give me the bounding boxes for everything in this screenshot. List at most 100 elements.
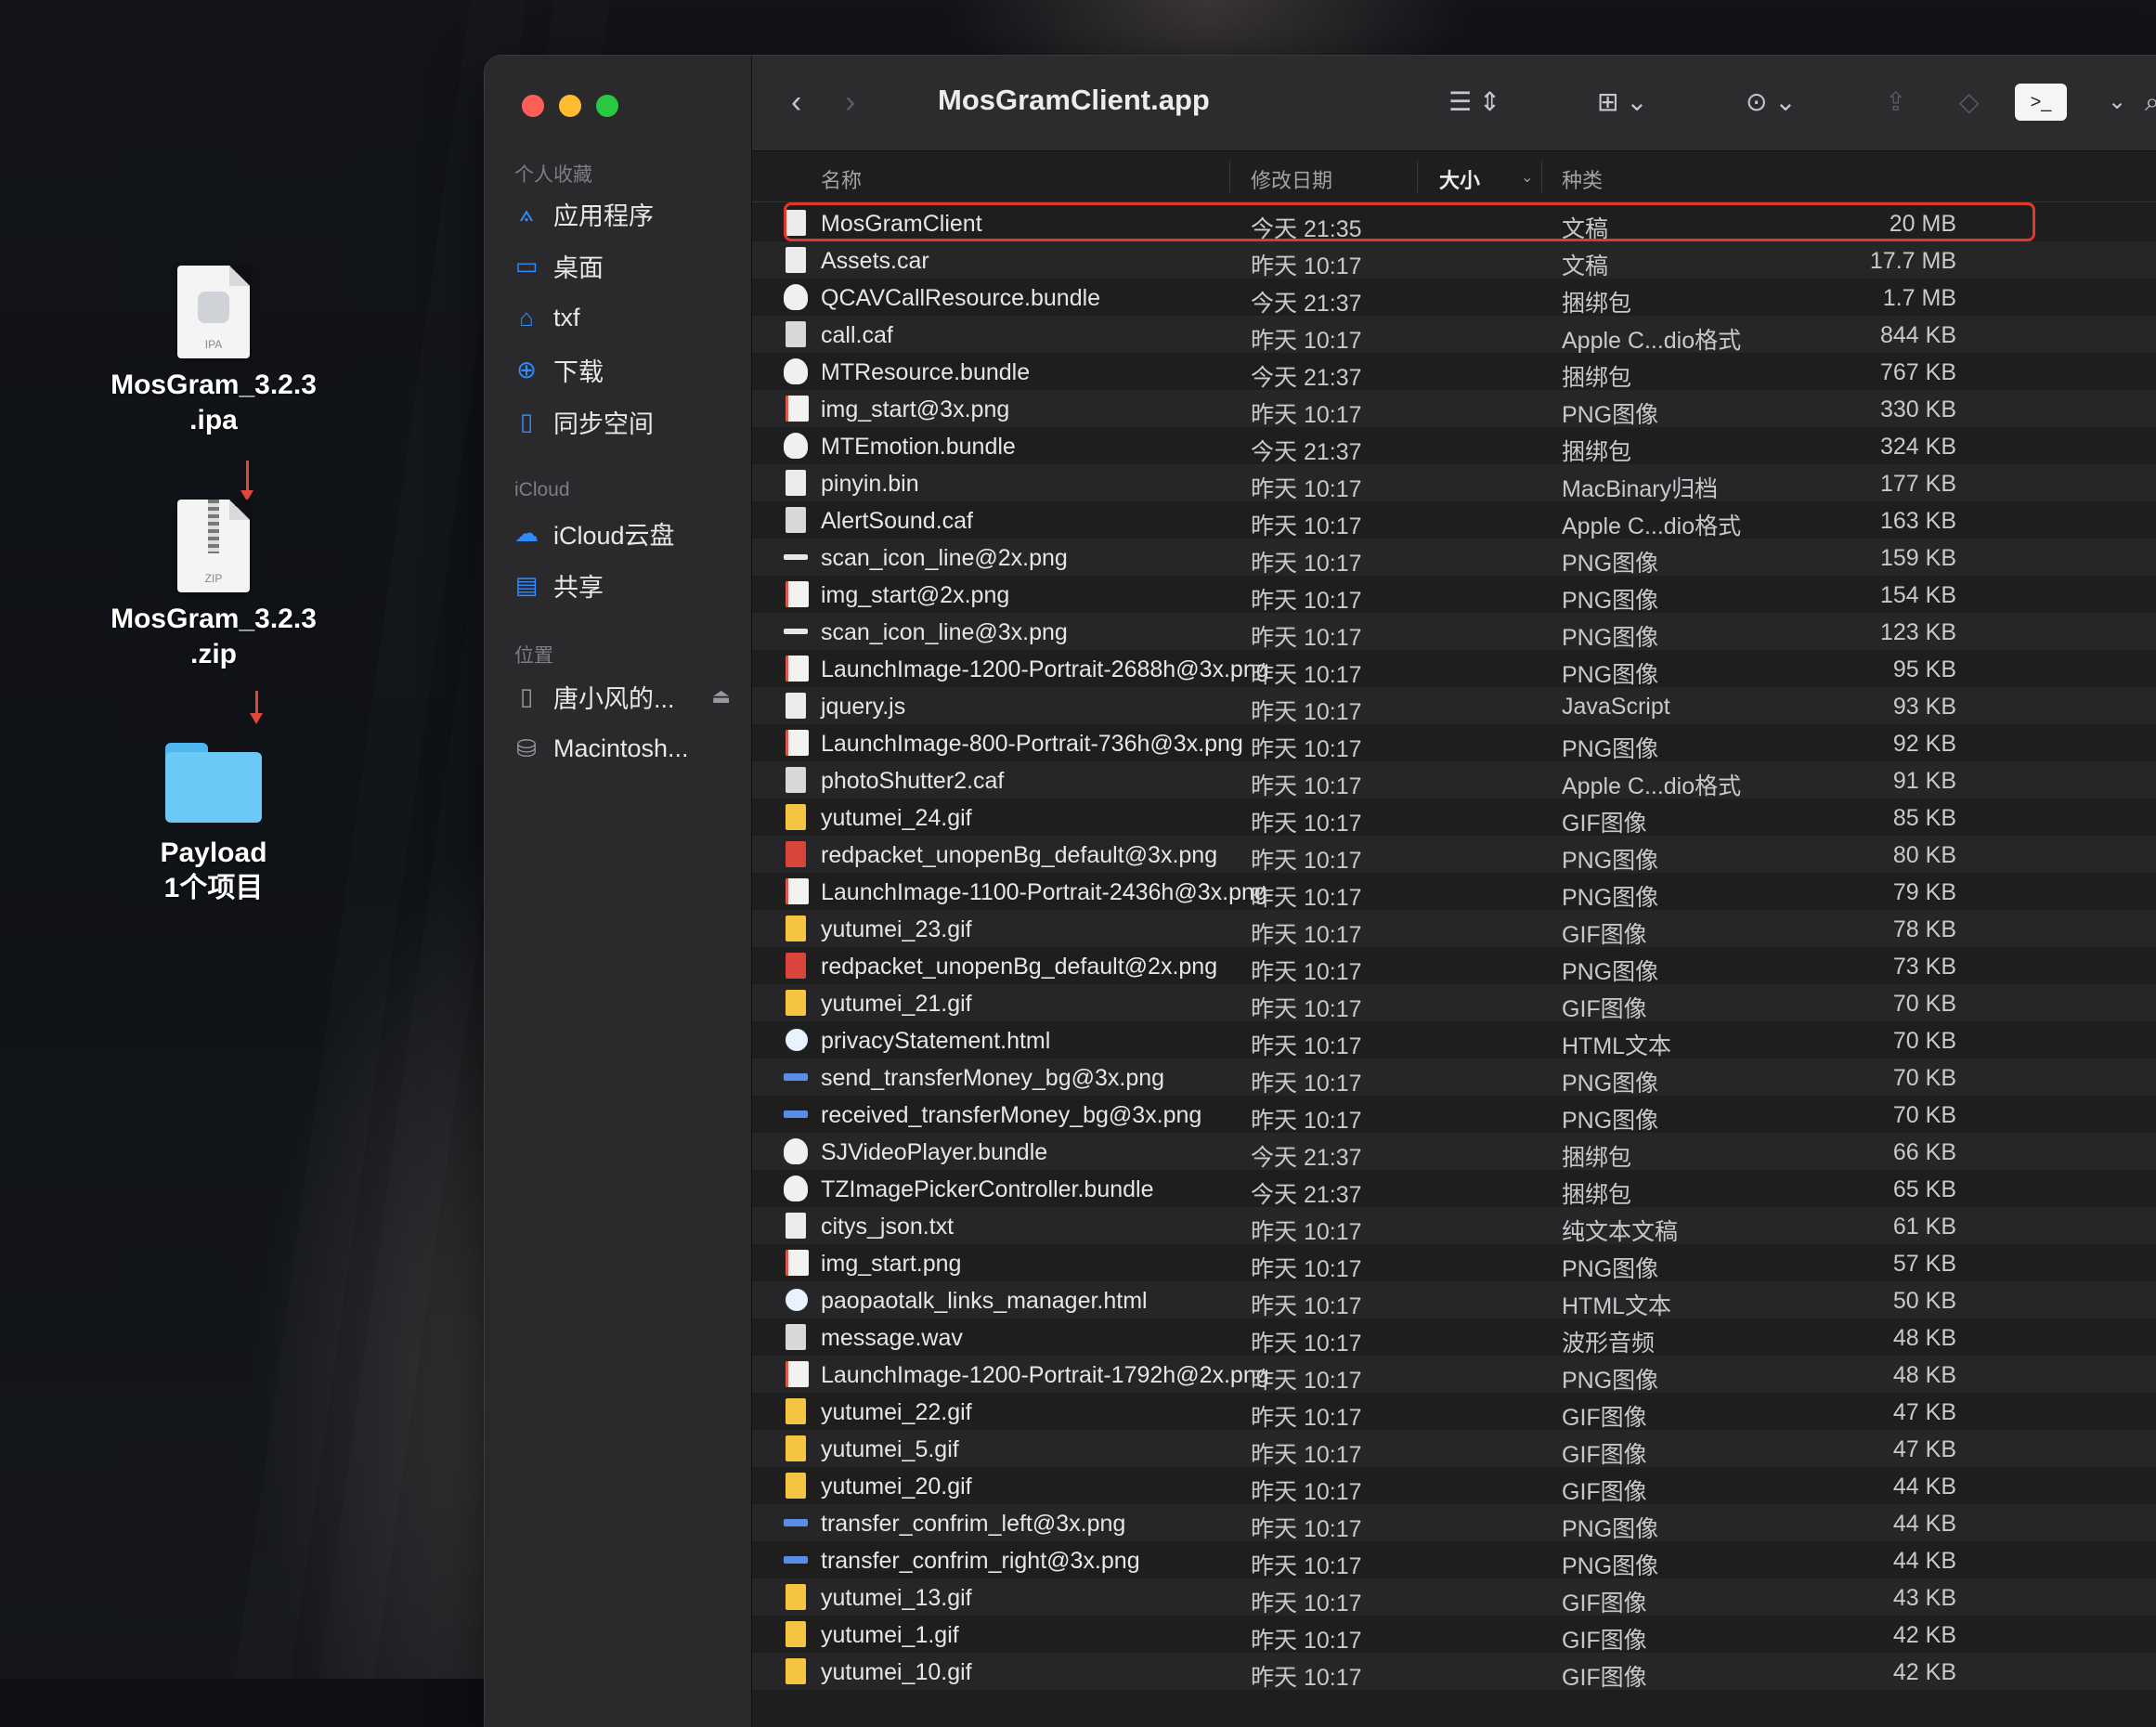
file-row[interactable]: yutumei_21.gif 昨天 10:17 70 KB GIF图像 — [752, 984, 2156, 1022]
file-row[interactable]: transfer_confrim_left@3x.png 昨天 10:17 44 K… — [752, 1504, 2156, 1542]
file-row[interactable]: MosGramClient 今天 21:35 20 MB 文稿 — [752, 202, 2156, 242]
file-kind: PNG图像 — [1562, 1256, 1659, 1282]
file-date: 昨天 10:17 — [1251, 253, 1362, 279]
file-row[interactable]: QCAVCallResource.bundle 今天 21:37 1.7 MB 捆绑包 — [752, 279, 2156, 317]
file-row[interactable]: yutumei_22.gif 昨天 10:17 47 KB GIF图像 — [752, 1393, 2156, 1431]
window-title: MosGramClient.app — [938, 84, 1210, 116]
file-row[interactable]: SJVideoPlayer.bundle 今天 21:37 66 KB 捆绑包 — [752, 1133, 2156, 1171]
file-row[interactable]: yutumei_1.gif 昨天 10:17 42 KB GIF图像 — [752, 1616, 2156, 1654]
file-name: pinyin.bin — [821, 471, 919, 497]
file-name: jquery.js — [821, 694, 906, 720]
sidebar-item-icloud-drive[interactable]: ☁ iCloud云盘 — [513, 514, 675, 552]
file-row[interactable]: img_start.png 昨天 10:17 57 KB PNG图像 — [752, 1244, 2156, 1282]
more-actions-button[interactable]: ⊙ ⌄ — [1746, 82, 1797, 123]
file-row[interactable]: scan_icon_line@3x.png 昨天 10:17 123 KB PNG图像 — [752, 613, 2156, 651]
minimize-window-button[interactable] — [559, 95, 581, 117]
chevron-down-icon[interactable]: ⌄ — [2108, 82, 2126, 123]
gif-image-icon — [786, 804, 806, 830]
file-kind: HTML文本 — [1562, 1293, 1672, 1319]
file-row[interactable]: TZImagePickerController.bundle 今天 21:37 65… — [752, 1170, 2156, 1208]
file-row[interactable]: AlertSound.caf 昨天 10:17 163 KB Apple C...di… — [752, 501, 2156, 539]
file-row[interactable]: message.wav 昨天 10:17 48 KB 波形音频 — [752, 1318, 2156, 1357]
file-date: 昨天 10:17 — [1251, 1331, 1362, 1357]
file-row[interactable]: LaunchImage-800-Portrait-736h@3x.png 昨天 1… — [752, 724, 2156, 762]
file-kind: 捆绑包 — [1562, 365, 1632, 391]
file-date: 今天 21:37 — [1251, 439, 1362, 465]
file-row[interactable]: img_start@2x.png 昨天 10:17 154 KB PNG图像 — [752, 576, 2156, 614]
back-button[interactable]: ‹ — [791, 82, 801, 123]
file-kind: 捆绑包 — [1562, 439, 1632, 465]
file-row[interactable]: call.caf 昨天 10:17 844 KB Apple C...dio格式 — [752, 316, 2156, 354]
forward-button[interactable]: › — [845, 82, 855, 123]
tag-button[interactable]: ◇ — [1959, 82, 1980, 123]
file-row[interactable]: photoShutter2.caf 昨天 10:17 91 KB Apple C...… — [752, 761, 2156, 799]
file-row[interactable]: yutumei_13.gif 昨天 10:17 43 KB GIF图像 — [752, 1578, 2156, 1617]
file-row[interactable]: paopaotalk_links_manager.html 昨天 10:17 50 … — [752, 1281, 2156, 1319]
gif-image-icon — [786, 1584, 806, 1610]
file-row[interactable]: privacyStatement.html 昨天 10:17 70 KB HTML文本 — [752, 1021, 2156, 1059]
gif-image-icon — [786, 1658, 806, 1684]
file-row[interactable]: citys_json.txt 昨天 10:17 61 KB 纯文本文稿 — [752, 1207, 2156, 1245]
terminal-button[interactable]: >_ — [2015, 84, 2067, 121]
gif-image-icon — [786, 1473, 806, 1499]
file-date: 今天 21:37 — [1251, 1145, 1362, 1171]
file-row[interactable]: jquery.js 昨天 10:17 93 KB JavaScript — [752, 687, 2156, 725]
sidebar-item-sync-space[interactable]: ▯ 同步空间 — [513, 403, 654, 440]
search-button[interactable]: ⌕ — [2145, 82, 2156, 123]
desktop-item-zip[interactable]: ZIP MosGram_3.2.3 .zip — [74, 500, 353, 672]
zoom-window-button[interactable] — [596, 95, 618, 117]
column-kind[interactable]: 种类 — [1562, 164, 1603, 194]
file-name: transfer_confrim_left@3x.png — [821, 1511, 1126, 1537]
sidebar-item-applications[interactable]: ⟑ 应用程序 — [513, 195, 654, 232]
file-row[interactable]: LaunchImage-1200-Portrait-1792h@2x.png 昨天… — [752, 1356, 2156, 1394]
file-name: img_start.png — [821, 1251, 962, 1277]
file-name: LaunchImage-1200-Portrait-1792h@2x.png — [821, 1362, 1269, 1388]
file-row[interactable]: yutumei_10.gif 昨天 10:17 42 KB GIF图像 — [752, 1653, 2156, 1691]
file-row[interactable]: MTResource.bundle 今天 21:37 767 KB 捆绑包 — [752, 353, 2156, 391]
sidebar-item-phone[interactable]: ▯ 唐小风的... ⏏ — [513, 678, 731, 715]
file-date: 昨天 10:17 — [1251, 588, 1362, 614]
file-size: 70 KB — [1892, 1065, 1956, 1091]
share-button[interactable]: ⇪ — [1885, 82, 1906, 123]
sidebar-item-label: iCloud云盘 — [553, 521, 675, 550]
file-row[interactable]: yutumei_20.gif 昨天 10:17 44 KB GIF图像 — [752, 1467, 2156, 1505]
sidebar-item-macintosh-hd[interactable]: ⛁ Macintosh... — [513, 730, 688, 767]
file-row[interactable]: send_transferMoney_bg@3x.png 昨天 10:17 70 K… — [752, 1058, 2156, 1097]
column-size[interactable]: 大小 — [1439, 164, 1480, 194]
sidebar-item-home[interactable]: ⌂ txf — [513, 299, 579, 336]
column-date[interactable]: 修改日期 — [1251, 164, 1332, 194]
file-row[interactable]: yutumei_24.gif 昨天 10:17 85 KB GIF图像 — [752, 799, 2156, 837]
list-view-button[interactable]: ☰ ⇕ — [1448, 82, 1500, 123]
desktop-item-payload-folder[interactable]: Payload 1个项目 — [74, 743, 353, 906]
close-window-button[interactable] — [522, 95, 544, 117]
file-name: TZImagePickerController.bundle — [821, 1176, 1154, 1202]
sidebar-item-desktop[interactable]: ▭ 桌面 — [513, 247, 604, 284]
file-row[interactable]: received_transferMoney_bg@3x.png 昨天 10:17… — [752, 1096, 2156, 1134]
file-row[interactable]: pinyin.bin 昨天 10:17 177 KB MacBinary归档 — [752, 464, 2156, 502]
column-name[interactable]: 名称 — [821, 164, 862, 194]
file-row[interactable]: yutumei_5.gif 昨天 10:17 47 KB GIF图像 — [752, 1430, 2156, 1468]
file-row[interactable]: LaunchImage-1200-Portrait-2688h@3x.png 昨天… — [752, 650, 2156, 688]
file-row[interactable]: transfer_confrim_right@3x.png 昨天 10:17 44 … — [752, 1541, 2156, 1579]
file-row[interactable]: MTEmotion.bundle 今天 21:37 324 KB 捆绑包 — [752, 427, 2156, 465]
file-row[interactable]: scan_icon_line@2x.png 昨天 10:17 159 KB PNG图像 — [752, 539, 2156, 577]
finder-window: 个人收藏 ⟑ 应用程序 ▭ 桌面 ⌂ txf ⊕ 下载 ▯ 同步空间 iCloud ☁ iC… — [485, 56, 2156, 1727]
sidebar-item-downloads[interactable]: ⊕ 下载 — [513, 351, 604, 388]
sidebar-item-shared[interactable]: ▤ 共享 — [513, 566, 604, 604]
file-row[interactable]: img_start@3x.png 昨天 10:17 330 KB PNG图像 — [752, 390, 2156, 428]
file-icon — [786, 1213, 806, 1239]
eject-icon[interactable]: ⏏ — [711, 684, 731, 708]
file-row[interactable]: redpacket_unopenBg_default@3x.png 昨天 10:1… — [752, 836, 2156, 874]
file-row[interactable]: redpacket_unopenBg_default@2x.png 昨天 10:1… — [752, 947, 2156, 985]
file-icon — [786, 247, 806, 273]
file-size: 65 KB — [1892, 1176, 1956, 1202]
desktop-item-sublabel: 1个项目 — [163, 873, 264, 903]
file-row[interactable]: LaunchImage-1100-Portrait-2436h@3x.png 昨天… — [752, 873, 2156, 911]
gif-image-icon — [786, 1435, 806, 1461]
highlight-box — [784, 202, 2035, 241]
file-row[interactable]: Assets.car 昨天 10:17 17.7 MB 文稿 — [752, 241, 2156, 279]
desktop-item-ipa[interactable]: IPA MosGram_3.2.3 .ipa — [74, 266, 353, 438]
group-view-button[interactable]: ⊞ ⌄ — [1597, 82, 1648, 123]
file-name: scan_icon_line@3x.png — [821, 619, 1068, 645]
file-row[interactable]: yutumei_23.gif 昨天 10:17 78 KB GIF图像 — [752, 910, 2156, 948]
